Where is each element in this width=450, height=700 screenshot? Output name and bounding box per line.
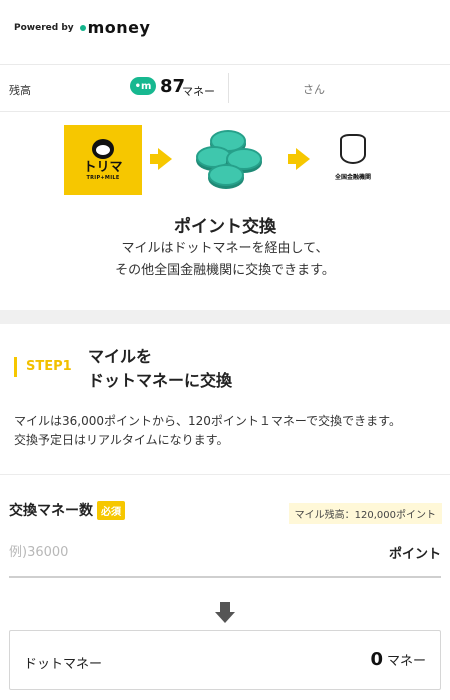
torima-name: トリマ: [83, 160, 123, 175]
step-accent-bar: [14, 357, 17, 377]
arrow-right-icon: [288, 148, 310, 170]
money-logo-dot-icon: [79, 24, 86, 31]
money-logo: money: [87, 18, 151, 37]
amount-label-row: 交換マネー数 必須: [9, 500, 125, 520]
arrow-right-icon: [150, 148, 172, 170]
amount-label: 交換マネー数: [9, 503, 93, 519]
result-unit: マネー: [386, 654, 426, 669]
penguin-icon: [92, 139, 114, 159]
step-heading-line-2: ドットマネーに交換: [88, 371, 233, 390]
result-value-group: 0 マネー: [370, 649, 426, 670]
input-unit: ポイント: [388, 547, 441, 562]
section-divider: [0, 310, 450, 324]
page-title: ポイント交換: [174, 217, 276, 237]
divider: [0, 474, 450, 475]
arrow-down-icon: [215, 602, 235, 624]
step-tag: STEP1: [26, 359, 72, 374]
amount-input-row: ポイント: [9, 530, 441, 578]
bank-shape: [340, 134, 366, 164]
description-line-2: その他全国金融機関に交換できます。: [115, 263, 335, 278]
bank-icon: 全国金融機関: [328, 134, 378, 194]
result-box: ドットマネー 0 マネー: [9, 630, 441, 690]
bank-label: 全国金融機関: [334, 174, 371, 181]
exchange-info: マイルは36,000ポイントから、120ポイント１マネーで交換できます。 交換予…: [14, 412, 442, 450]
coins-icon: [188, 128, 270, 198]
powered-by-text: Powered by: [14, 22, 74, 33]
info-line-2: 交換予定日はリアルタイムになります。: [14, 433, 229, 447]
description-line-1: マイルはドットマネーを経由して、: [121, 241, 329, 256]
result-label: ドットマネー: [24, 657, 103, 672]
powered-by-header: Powered by money: [14, 18, 150, 37]
balance-bar: 残高 •m 87 マネー さん: [0, 64, 450, 112]
torima-subtitle: TRIP+MILE: [86, 175, 120, 181]
money-coin-icon: •m: [130, 77, 156, 95]
balance-divider: [228, 73, 229, 103]
user-name: さん: [303, 83, 325, 96]
torima-logo-icon: トリマ TRIP+MILE: [64, 125, 142, 195]
step-heading-line-1: マイルを: [88, 347, 153, 366]
step-heading: マイルを ドットマネーに交換: [88, 345, 232, 393]
exchange-flow-diagram: トリマ TRIP+MILE 全国金融機関: [0, 120, 450, 200]
required-badge: 必須: [97, 500, 125, 520]
amount-input[interactable]: [9, 540, 349, 564]
balance-unit: マネー: [182, 85, 215, 98]
result-value: 0: [370, 649, 383, 670]
balance-label: 残高: [9, 84, 31, 97]
intro-description: マイルはドットマネーを経由して、 その他全国金融機関に交換できます。: [0, 238, 450, 282]
info-line-1: マイルは36,000ポイントから、120ポイント１マネーで交換できます。: [14, 414, 401, 428]
mile-balance: マイル残高：120,000ポイント: [288, 503, 442, 524]
